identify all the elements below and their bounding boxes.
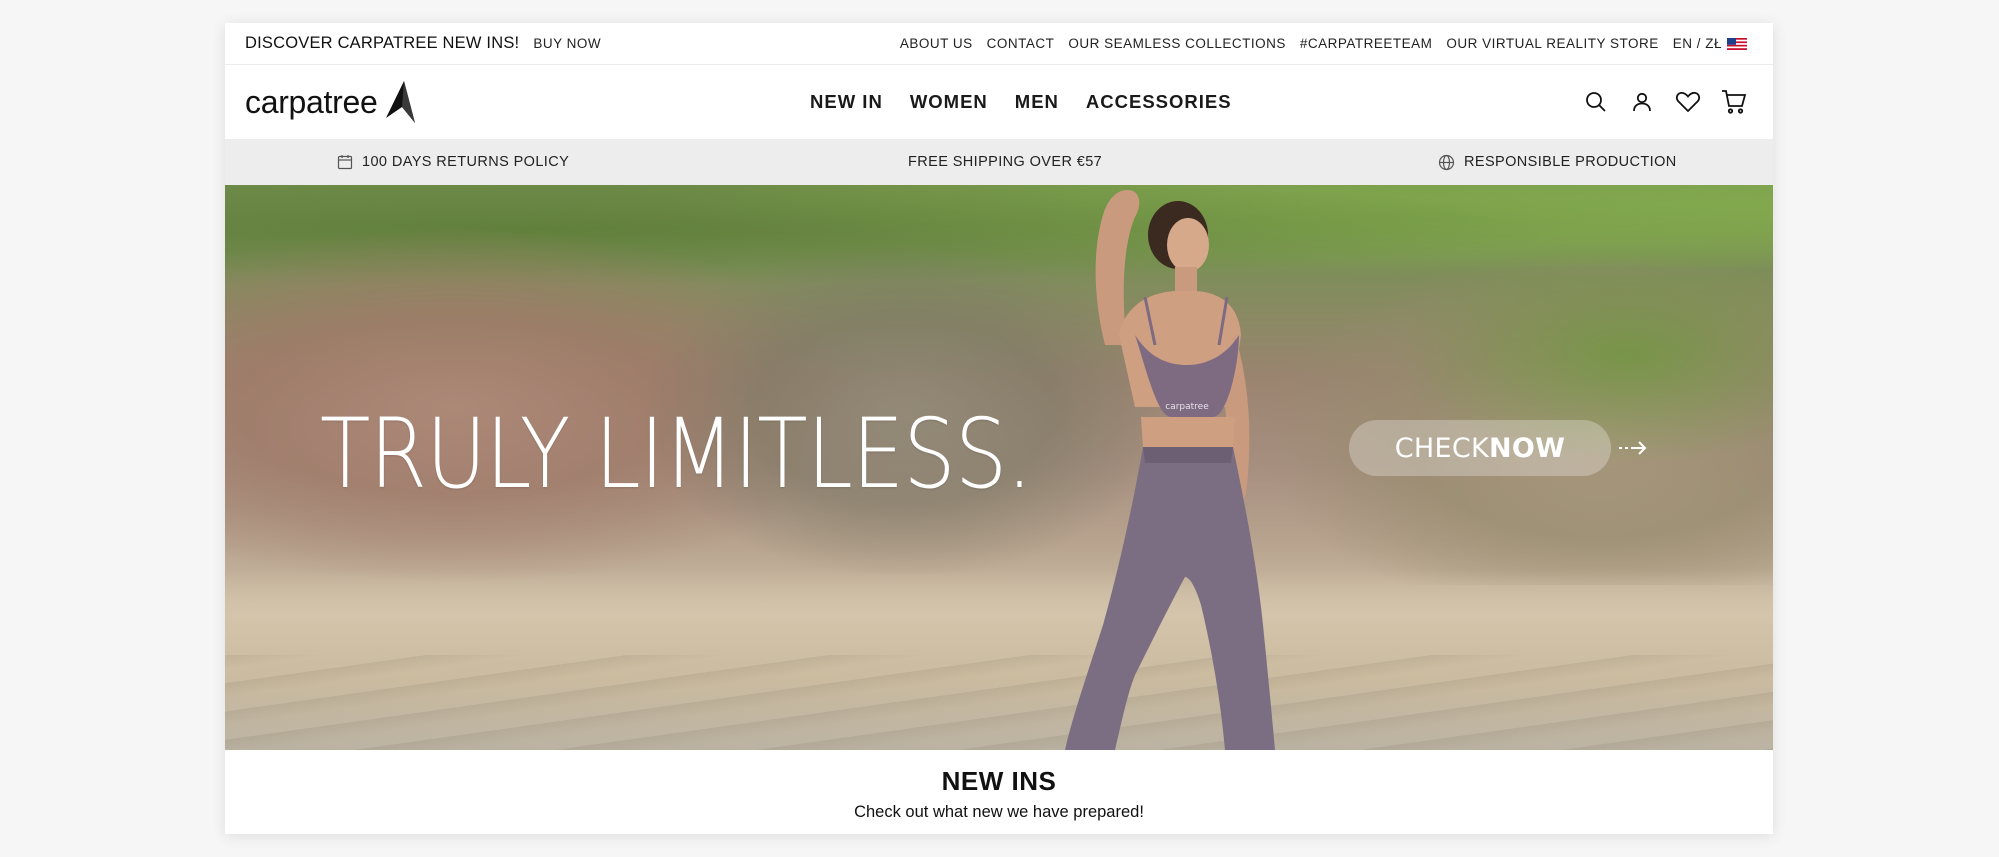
benefits-strip: 100 DAYS RETURNS POLICY FREE SHIPPING OV… [225,139,1773,185]
main-nav: NEW IN WOMEN MEN ACCESSORIES [810,65,1232,139]
check-now-label-bold: NOW [1489,432,1566,464]
check-now-button[interactable]: CHECK NOW [1349,420,1611,476]
page-container: DISCOVER CARPATREE NEW INS! BUY NOW ABOU… [225,23,1773,834]
nav-new-in[interactable]: NEW IN [810,91,883,113]
heart-icon[interactable] [1675,89,1701,115]
cart-icon[interactable] [1721,89,1747,115]
returns-benefit: 100 DAYS RETURNS POLICY [337,139,569,185]
about-us-link[interactable]: ABOUT US [900,36,973,51]
header-icons [1583,89,1747,115]
check-now-label: CHECK [1394,432,1490,464]
hero-model-image: carpatree [1065,190,1275,750]
nav-women[interactable]: WOMEN [910,91,988,113]
globe-icon [1438,154,1455,170]
top-links: ABOUT US CONTACT OUR SEAMLESS COLLECTION… [900,36,1747,51]
search-icon[interactable] [1583,89,1609,115]
language-currency-label: EN / ZŁ [1672,36,1722,51]
hero-title: TRULY LIMITLESS. [320,398,1033,510]
production-benefit: RESPONSIBLE PRODUCTION [1438,139,1677,185]
promo-text: DISCOVER CARPATREE NEW INS! [245,34,520,52]
logo[interactable]: carpatree [245,80,416,124]
hero-shirt-brand: carpatree [1165,402,1209,412]
nav-men[interactable]: MEN [1015,91,1059,113]
promo-area: DISCOVER CARPATREE NEW INS! BUY NOW [245,34,601,53]
carpatree-team-link[interactable]: #CARPATREETEAM [1300,36,1433,51]
logo-text: carpatree [245,83,378,120]
nav-accessories[interactable]: ACCESSORIES [1086,91,1232,113]
top-bar: DISCOVER CARPATREE NEW INS! BUY NOW ABOU… [225,23,1773,65]
language-currency-selector[interactable]: EN / ZŁ [1673,36,1747,51]
returns-text: 100 DAYS RETURNS POLICY [362,154,570,170]
hero-banner[interactable]: carpatree TRULY LIMITLESS. CHECK NOW [225,185,1773,750]
user-icon[interactable] [1629,89,1655,115]
production-text: RESPONSIBLE PRODUCTION [1464,154,1677,170]
seamless-collections-link[interactable]: OUR SEAMLESS COLLECTIONS [1068,36,1286,51]
arrow-right-icon[interactable] [1618,437,1648,459]
main-header: carpatree NEW IN WOMEN MEN ACCESSORIES [225,65,1773,139]
us-flag-icon [1727,37,1747,50]
shipping-text: FREE SHIPPING OVER €57 [908,154,1103,170]
new-ins-title: NEW INS [941,766,1057,796]
shipping-benefit: FREE SHIPPING OVER €57 [908,139,1102,185]
logo-mark-icon [385,81,415,123]
new-ins-subtitle: Check out what new we have prepared! [854,803,1144,821]
calendar-icon [337,155,353,170]
new-ins-section: NEW INS Check out what new we have prepa… [225,750,1773,822]
virtual-reality-store-link[interactable]: OUR VIRTUAL REALITY STORE [1446,36,1658,51]
contact-link[interactable]: CONTACT [987,36,1055,51]
buy-now-link[interactable]: BUY NOW [533,36,601,51]
